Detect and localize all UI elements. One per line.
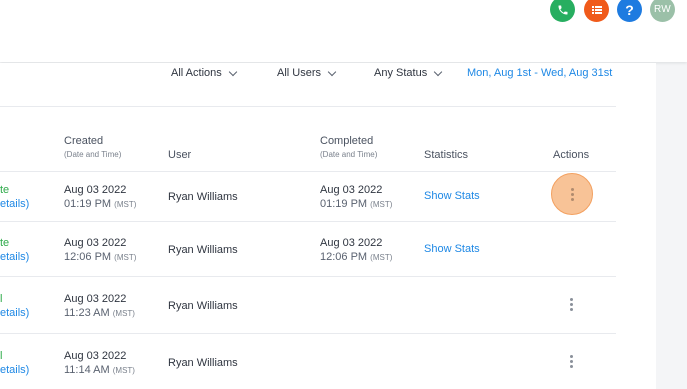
divider (0, 171, 616, 172)
user-avatar[interactable]: RW (650, 0, 675, 22)
timezone: (MST) (370, 253, 393, 262)
details-link[interactable]: etails) (0, 197, 29, 211)
created-time: 11:14 AM (64, 364, 110, 376)
row-actions-menu-button[interactable] (570, 298, 574, 311)
created-cell: Aug 03 2022 11:14 AM (MST) (64, 349, 135, 378)
timezone: (MST) (112, 366, 135, 375)
filter-users-dropdown[interactable]: All Users (277, 67, 337, 79)
divider (0, 221, 616, 222)
created-cell: Aug 03 2022 12:06 PM (MST) (64, 236, 136, 265)
created-date: Aug 03 2022 (64, 237, 127, 249)
filter-users-label: All Users (277, 67, 322, 79)
status-text: te (0, 237, 10, 249)
column-header-completed-sub: (Date and Time) (320, 150, 378, 159)
status-text: te (0, 184, 10, 196)
show-stats-link[interactable]: Show Stats (424, 190, 480, 202)
column-header-created-label: Created (64, 135, 104, 147)
details-link[interactable]: etails) (0, 306, 29, 320)
completed-time: 01:19 PM (320, 198, 368, 210)
phone-icon[interactable] (550, 0, 575, 22)
date-range-picker[interactable]: Mon, Aug 1st - Wed, Aug 31st (467, 67, 612, 79)
details-link[interactable]: etails) (0, 363, 29, 377)
divider (0, 276, 616, 277)
row-status: l etails) (0, 349, 29, 377)
created-time: 01:19 PM (64, 198, 112, 210)
top-bar: ? RW (0, 0, 687, 62)
filter-actions-dropdown[interactable]: All Actions (171, 67, 237, 79)
completed-time: 12:06 PM (320, 251, 368, 263)
column-header-statistics: Statistics (424, 149, 469, 161)
content-panel (0, 63, 656, 389)
status-text: l (0, 350, 3, 362)
show-stats-link[interactable]: Show Stats (424, 243, 480, 255)
filter-status-label: Any Status (374, 67, 428, 79)
created-date: Aug 03 2022 (64, 184, 127, 196)
user-cell: Ryan Williams (168, 244, 238, 256)
column-header-actions: Actions (553, 149, 590, 161)
user-cell: Ryan Williams (168, 191, 238, 203)
tasks-icon[interactable] (584, 0, 609, 22)
chevron-down-icon (433, 67, 443, 76)
column-header-created: Created (Date and Time) (64, 135, 121, 159)
timezone: (MST) (112, 309, 135, 318)
completed-cell: Aug 03 2022 12:06 PM (MST) (320, 236, 392, 265)
row-actions-menu-button[interactable] (570, 355, 574, 368)
chevron-down-icon (327, 67, 337, 76)
column-header-created-sub: (Date and Time) (64, 150, 122, 159)
created-date: Aug 03 2022 (64, 350, 127, 362)
completed-date: Aug 03 2022 (320, 184, 383, 196)
divider (0, 106, 616, 107)
row-status: te etails) (0, 236, 29, 264)
column-header-completed-label: Completed (320, 135, 374, 147)
completed-cell: Aug 03 2022 01:19 PM (MST) (320, 183, 392, 212)
completed-date: Aug 03 2022 (320, 237, 383, 249)
column-header-completed: Completed (Date and Time) (320, 135, 377, 159)
row-actions-menu-button[interactable] (551, 173, 593, 215)
row-status: te etails) (0, 183, 29, 211)
row-status: l etails) (0, 292, 29, 320)
help-icon[interactable]: ? (617, 0, 642, 22)
created-cell: Aug 03 2022 01:19 PM (MST) (64, 183, 136, 212)
filter-actions-label: All Actions (171, 67, 222, 79)
user-cell: Ryan Williams (168, 300, 238, 312)
created-cell: Aug 03 2022 11:23 AM (MST) (64, 292, 135, 321)
created-date: Aug 03 2022 (64, 293, 127, 305)
filter-status-dropdown[interactable]: Any Status (374, 67, 443, 79)
chevron-down-icon (228, 67, 237, 76)
user-cell: Ryan Williams (168, 357, 238, 369)
details-link[interactable]: etails) (0, 250, 29, 264)
column-header-user: User (168, 149, 192, 161)
created-time: 12:06 PM (64, 251, 112, 263)
divider (0, 333, 616, 334)
status-text: l (0, 293, 3, 305)
timezone: (MST) (370, 200, 393, 209)
timezone: (MST) (114, 253, 137, 262)
filter-bar: All Actions All Users Any Status Mon, Au… (0, 67, 656, 83)
created-time: 11:23 AM (64, 307, 110, 319)
timezone: (MST) (114, 200, 137, 209)
